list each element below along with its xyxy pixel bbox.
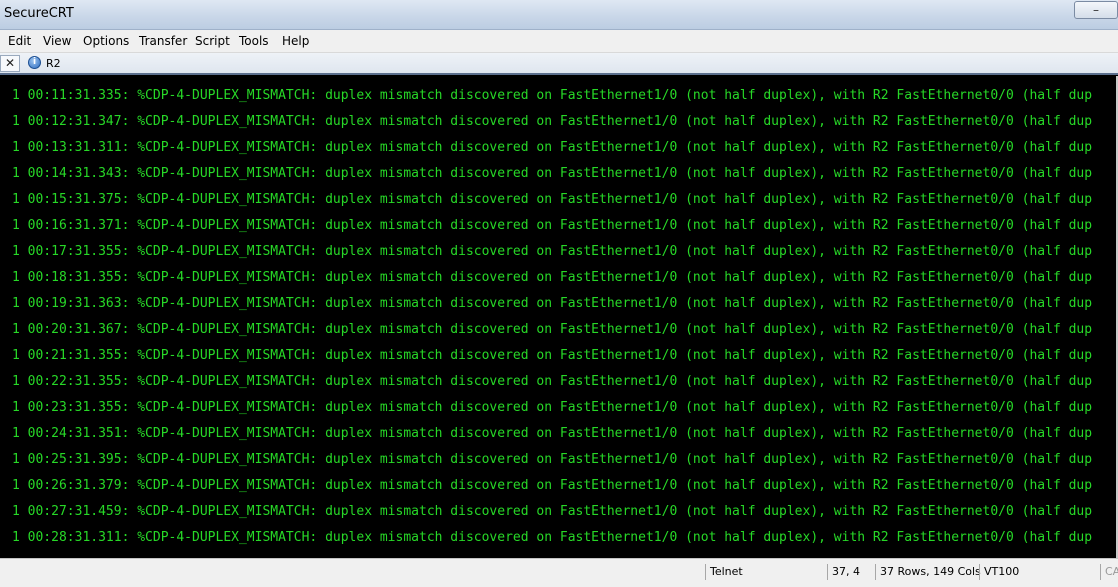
menu-view[interactable]: View: [43, 34, 71, 48]
terminal-line: 1 00:11:31.335: %CDP-4-DUPLEX_MISMATCH: …: [12, 88, 1093, 103]
terminal-line: 1 00:28:31.311: %CDP-4-DUPLEX_MISMATCH: …: [12, 530, 1093, 545]
terminal-line: 1 00:23:31.355: %CDP-4-DUPLEX_MISMATCH: …: [12, 400, 1093, 415]
window-title: SecureCRT: [4, 6, 74, 21]
status-emulation: VT100: [979, 564, 1099, 580]
menu-bar: Edit View Options Transfer Script Tools …: [0, 30, 1118, 53]
session-info-icon: i: [28, 56, 41, 69]
terminal-line: 1 00:22:31.355: %CDP-4-DUPLEX_MISMATCH: …: [12, 374, 1093, 389]
terminal-line: 1 00:14:31.343: %CDP-4-DUPLEX_MISMATCH: …: [12, 166, 1093, 181]
terminal-line: 1 00:18:31.355: %CDP-4-DUPLEX_MISMATCH: …: [12, 270, 1093, 285]
menu-transfer[interactable]: Transfer: [139, 34, 187, 48]
terminal-line: 1 00:16:31.371: %CDP-4-DUPLEX_MISMATCH: …: [12, 218, 1093, 233]
menu-help[interactable]: Help: [282, 34, 309, 48]
tab-r2[interactable]: i R2: [24, 55, 84, 73]
minimize-button[interactable]: –: [1074, 1, 1118, 19]
terminal-line: 1 00:13:31.311: %CDP-4-DUPLEX_MISMATCH: …: [12, 140, 1093, 155]
menu-edit[interactable]: Edit: [8, 34, 31, 48]
status-protocol: Telnet: [705, 564, 825, 580]
title-bar: SecureCRT –: [0, 0, 1118, 30]
close-icon: ✕: [4, 56, 16, 70]
terminal-line: 1 00:21:31.355: %CDP-4-DUPLEX_MISMATCH: …: [12, 348, 1093, 363]
status-cursor-position: 37, 4: [827, 564, 873, 580]
tab-label: R2: [46, 57, 61, 70]
terminal-line: 1 00:20:31.367: %CDP-4-DUPLEX_MISMATCH: …: [12, 322, 1093, 337]
terminal-line: 1 00:24:31.351: %CDP-4-DUPLEX_MISMATCH: …: [12, 426, 1093, 441]
terminal-line: 1 00:19:31.363: %CDP-4-DUPLEX_MISMATCH: …: [12, 296, 1093, 311]
menu-script[interactable]: Script: [195, 34, 230, 48]
session-tab-bar: ✕ i R2: [0, 53, 1118, 75]
terminal-line: 1 00:12:31.347: %CDP-4-DUPLEX_MISMATCH: …: [12, 114, 1093, 129]
minimize-icon: –: [1093, 3, 1099, 17]
terminal-output[interactable]: 1 00:11:31.335: %CDP-4-DUPLEX_MISMATCH: …: [0, 75, 1118, 558]
menu-options[interactable]: Options: [83, 34, 129, 48]
status-bar: Telnet 37, 4 37 Rows, 149 Cols VT100 CA: [0, 558, 1118, 587]
menu-tools[interactable]: Tools: [239, 34, 269, 48]
status-caps-lock: CA: [1100, 564, 1118, 580]
close-tab-button[interactable]: ✕: [0, 55, 20, 72]
terminal-line: 1 00:26:31.379: %CDP-4-DUPLEX_MISMATCH: …: [12, 478, 1093, 493]
terminal-line: 1 00:27:31.459: %CDP-4-DUPLEX_MISMATCH: …: [12, 504, 1093, 519]
terminal-line: 1 00:15:31.375: %CDP-4-DUPLEX_MISMATCH: …: [12, 192, 1093, 207]
terminal-line: 1 00:25:31.395: %CDP-4-DUPLEX_MISMATCH: …: [12, 452, 1093, 467]
status-terminal-size: 37 Rows, 149 Cols: [875, 564, 981, 580]
terminal-line: 1 00:17:31.355: %CDP-4-DUPLEX_MISMATCH: …: [12, 244, 1093, 259]
